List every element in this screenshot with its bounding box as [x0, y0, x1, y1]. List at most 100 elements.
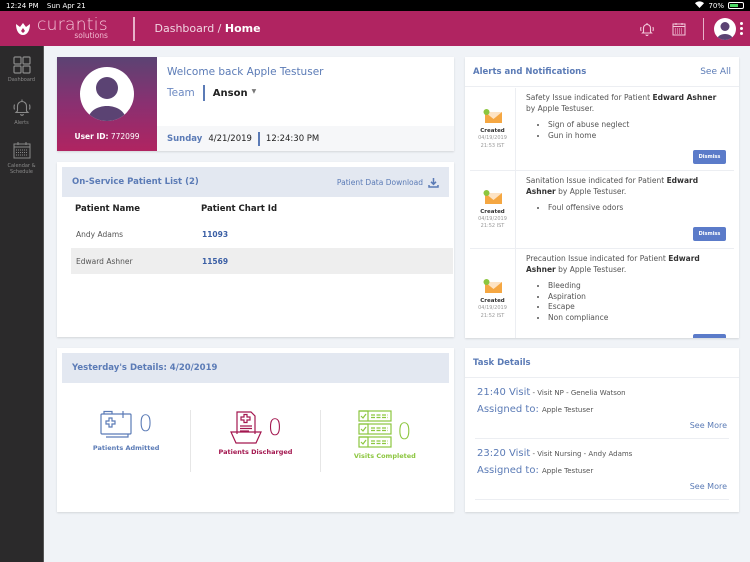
see-all-link[interactable]: See All: [700, 67, 731, 77]
task-time: 21:40 Visit: [477, 387, 530, 398]
stat-patients-discharged[interactable]: 0 Patients Discharged: [190, 410, 319, 472]
notifications-bell-button[interactable]: [638, 20, 656, 38]
patient-data-download-button[interactable]: Patient Data Download: [337, 177, 439, 188]
alert-bullets: Sign of abuse neglect Gun in home: [526, 120, 726, 141]
stat-value: 0: [139, 414, 153, 436]
current-datetime: Sunday 4/21/2019 12:24:30 PM: [157, 126, 454, 151]
alert-text: by Apple Testuser.: [556, 187, 627, 196]
assigned-label: Assigned to:: [477, 465, 539, 476]
column-header[interactable]: Patient Name: [75, 204, 201, 214]
task-time: 23:20 Visit: [477, 448, 530, 459]
more-menu-button[interactable]: [740, 22, 744, 35]
task-detail: - Visit NP - Genelia Watson: [530, 389, 625, 397]
chevron-down-icon[interactable]: ▼: [252, 88, 257, 95]
patient-name: Edward Ashner: [76, 257, 202, 266]
stat-patients-admitted[interactable]: 0 Patients Admitted: [62, 410, 190, 472]
calendar-icon: [671, 21, 687, 37]
dismiss-button[interactable]: Dismiss: [693, 150, 726, 164]
status-time: 12:24 PM: [6, 2, 39, 10]
column-header[interactable]: Patient Chart Id: [201, 204, 277, 214]
stat-visits-completed[interactable]: 0 Visits Completed: [320, 410, 449, 472]
bell-icon: [639, 21, 655, 37]
download-icon: [428, 177, 439, 188]
yesterday-details-card: Yesterday's Details: 4/20/2019 0 Patient…: [57, 348, 454, 512]
breadcrumb-parent[interactable]: Dashboard /: [155, 22, 225, 35]
alert-text: by Apple Testuser.: [526, 104, 594, 113]
alert-bullet: Aspiration: [548, 292, 726, 303]
sidebar: Dashboard Alerts Calendar & Schedule: [0, 46, 44, 562]
sidebar-item-label: Calendar & Schedule: [5, 163, 39, 175]
task-details-header: Task Details: [465, 348, 739, 378]
user-avatar-icon: [714, 18, 736, 40]
admission-folder-icon: [100, 410, 134, 440]
download-label: Patient Data Download: [337, 178, 423, 187]
see-more-link[interactable]: See More: [690, 482, 727, 491]
profile-avatar[interactable]: [80, 67, 134, 121]
task-detail: - Visit Nursing - Andy Adams: [530, 450, 632, 458]
stat-value: 0: [268, 418, 282, 440]
alert-bullet: Non compliance: [548, 313, 726, 324]
alerts-title: Alerts and Notifications: [473, 67, 586, 77]
welcome-message: Welcome back Apple Testuser: [167, 66, 323, 78]
alert-bullets: Foul offensive odors: [526, 203, 726, 214]
alert-text: Precaution Issue indicated for Patient: [526, 254, 668, 263]
alert-meta: Created 04/19/201921:52 IST: [470, 249, 516, 338]
alert-text: Sanitation Issue indicated for Patient: [526, 176, 667, 185]
calendar-button[interactable]: [670, 20, 688, 38]
assigned-label: Assigned to:: [477, 404, 539, 415]
dismiss-button[interactable]: Dismiss: [693, 334, 726, 338]
user-id-value: 772099: [111, 132, 140, 141]
battery-fill: [730, 4, 738, 7]
patient-chart-id-link[interactable]: 11093: [202, 230, 228, 239]
discharge-folder-icon: [229, 410, 263, 444]
alert-item: Created 04/19/201921:53 IST Safety Issue…: [470, 88, 734, 171]
team-value[interactable]: Anson: [213, 88, 248, 99]
divider: [133, 17, 135, 41]
sidebar-item-label: Dashboard: [8, 77, 35, 83]
stat-label: Patients Admitted: [93, 444, 160, 452]
sidebar-item-alerts[interactable]: Alerts: [0, 97, 43, 126]
breadcrumb-current: Home: [225, 22, 261, 35]
user-avatar-button[interactable]: [714, 18, 736, 40]
stat-label: Patients Discharged: [219, 448, 293, 456]
alert-item: Created 04/19/201921:52 IST Precaution I…: [470, 249, 734, 338]
grid-icon: [13, 56, 31, 74]
task-assignee: Apple Testuser: [542, 467, 593, 475]
table-row[interactable]: Edward Ashner 11569: [71, 248, 453, 274]
battery-percent: 70%: [708, 2, 724, 10]
alert-bullet: Escape: [548, 302, 726, 313]
divider: [703, 18, 705, 40]
patient-list-title: On-Service Patient List (2): [72, 177, 199, 187]
table-row[interactable]: Andy Adams 11093: [71, 221, 453, 247]
team-label: Team: [167, 87, 195, 99]
alert-bullet: Sign of abuse neglect: [548, 120, 726, 131]
task-details-title: Task Details: [473, 358, 531, 368]
current-date: 4/21/2019: [208, 134, 252, 144]
alert-bullet: Bleeding: [548, 281, 726, 292]
envelope-icon: [483, 108, 503, 124]
task-item: 21:40 Visit - Visit NP - Genelia Watson …: [475, 381, 729, 439]
task-assignee-row: Assigned to: Apple Testuser: [477, 404, 593, 415]
task-assignee: Apple Testuser: [542, 406, 593, 414]
see-more-link[interactable]: See More: [690, 421, 727, 430]
checklist-icon: [358, 410, 392, 448]
alert-bullets: Bleeding Aspiration Escape Non complianc…: [526, 281, 726, 324]
profile-card: User ID: 772099 Welcome back Apple Testu…: [57, 57, 454, 151]
created-label: Created: [480, 298, 505, 304]
user-id: User ID: 772099: [75, 132, 140, 141]
dismiss-button[interactable]: Dismiss: [693, 227, 726, 241]
task-assignee-row: Assigned to: Apple Testuser: [477, 465, 593, 476]
envelope-icon: [483, 278, 503, 294]
calendar-icon: [12, 140, 32, 160]
logo[interactable]: curantis solutions: [15, 17, 133, 40]
sidebar-item-calendar[interactable]: Calendar & Schedule: [0, 140, 43, 175]
user-avatar-icon: [80, 67, 134, 121]
alerts-card: Alerts and Notifications See All Created…: [465, 57, 739, 338]
breadcrumb: Dashboard / Home: [155, 22, 261, 35]
battery-icon: [728, 2, 744, 9]
patient-list-header: On-Service Patient List (2) Patient Data…: [62, 167, 449, 197]
team-selector[interactable]: Team Anson ▼: [167, 85, 256, 101]
patient-chart-id-link[interactable]: 11569: [202, 257, 228, 266]
sidebar-item-dashboard[interactable]: Dashboard: [0, 56, 43, 83]
alert-meta: Created 04/19/201921:53 IST: [470, 88, 516, 170]
